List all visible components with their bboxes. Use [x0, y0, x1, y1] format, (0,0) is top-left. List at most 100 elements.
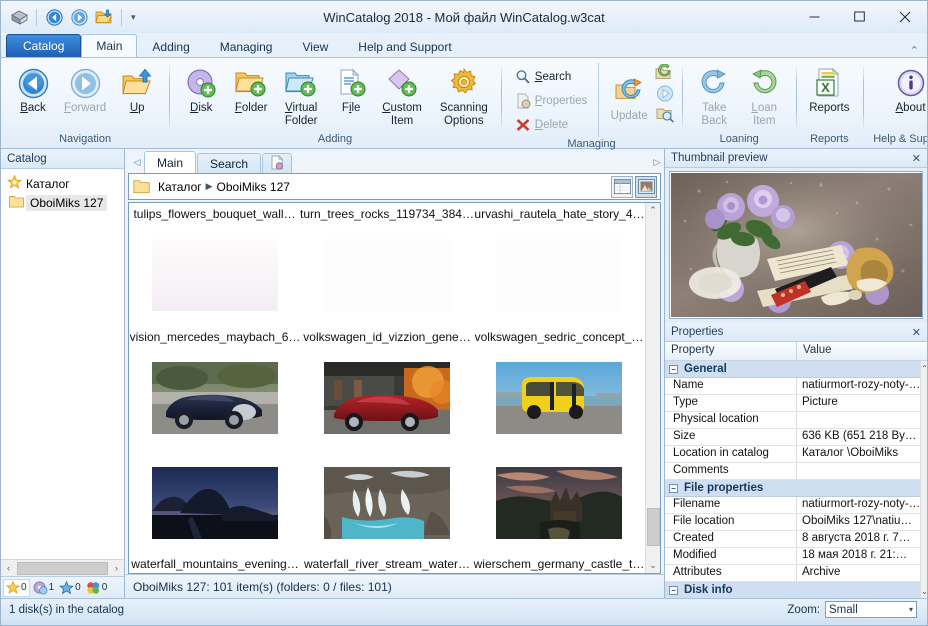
status-icon-collections[interactable]: 0 — [84, 580, 110, 596]
thumbnail-view-button[interactable] — [635, 175, 657, 198]
grid-item-thumbnail[interactable] — [473, 346, 645, 451]
breadcrumb-item-oboimiks[interactable]: OboiMiks 127 — [217, 180, 290, 194]
grid-item[interactable]: volkswagen_sedric_concept_… — [473, 328, 645, 451]
scroll-up-arrow[interactable]: ⌃ — [921, 361, 927, 375]
grid-item-thumbnail[interactable] — [129, 450, 301, 555]
tab-help-and-support[interactable]: Help and Support — [343, 35, 466, 57]
update-find-icon[interactable] — [655, 104, 675, 124]
minimize-button[interactable] — [792, 1, 837, 32]
grid-item[interactable]: turn_trees_rocks_119734_384… — [300, 205, 474, 328]
doc-tab-scroll-right[interactable]: ▷ — [650, 151, 664, 173]
tab-view[interactable]: View — [287, 35, 343, 57]
ribbon-button-take-back[interactable]: Take Back — [689, 63, 739, 128]
tab-catalog[interactable]: Catalog — [6, 34, 82, 57]
column-header-property[interactable]: Property — [665, 342, 797, 360]
qat-back-button[interactable] — [43, 7, 65, 27]
ribbon-button-scanning-options[interactable]: Scanning Options — [434, 63, 494, 128]
maximize-button[interactable] — [837, 1, 882, 32]
chevron-down-icon[interactable]: ▾ — [909, 605, 913, 614]
tab-managing[interactable]: Managing — [205, 35, 288, 57]
ribbon-button-properties[interactable]: Properties — [508, 89, 592, 113]
status-icon-catalog[interactable]: 0 — [3, 578, 30, 597]
grid-item[interactable]: volkswagen_id_vizzion_gene… — [301, 328, 473, 451]
ribbon-button-custom-item[interactable]: Custom Item — [376, 63, 428, 128]
property-row[interactable]: Type Picture — [665, 395, 921, 412]
grid-item-thumbnail[interactable] — [473, 450, 645, 555]
property-row[interactable]: Modified 18 мая 2018 г. 21:… — [665, 548, 921, 565]
catalog-horizontal-scrollbar[interactable]: ‹ › — [1, 559, 124, 576]
property-row[interactable]: Name natiurmort-rozy-noty-… — [665, 378, 921, 395]
grid-item[interactable]: vision_mercedes_maybach_6… — [129, 328, 301, 451]
ribbon-button-reports[interactable]: X Reports — [803, 63, 855, 116]
doc-tab-main[interactable]: Main — [144, 151, 197, 173]
ribbon-button-folder[interactable]: Folder — [226, 63, 276, 116]
scroll-left-arrow[interactable]: ‹ — [1, 563, 16, 573]
thumbnail-grid[interactable]: tulips_flowers_bouquet_wall… turn_trees_… — [129, 203, 645, 573]
address-bar[interactable]: Каталог ▶ OboiMiks 127 — [128, 173, 661, 200]
close-button[interactable] — [882, 1, 927, 32]
update-run-icon[interactable] — [655, 84, 675, 104]
ribbon-collapse-button[interactable]: ⌃ — [910, 44, 927, 57]
property-row[interactable]: File location OboiMiks 127\natiu… — [665, 514, 921, 531]
grid-item-thumbnail[interactable] — [301, 346, 473, 451]
qat-forward-button[interactable] — [68, 7, 90, 27]
breadcrumb-item-catalog[interactable]: Каталог — [158, 180, 202, 194]
scroll-thumb[interactable] — [646, 508, 660, 546]
property-row[interactable]: Location in catalog Каталог \OboiMiks — [665, 446, 921, 463]
ribbon-button-virtual-folder[interactable]: Virtual Folder — [276, 63, 326, 128]
grid-item[interactable]: tulips_flowers_bouquet_wall… — [129, 205, 300, 328]
details-view-button[interactable] — [611, 175, 633, 198]
scroll-track[interactable] — [646, 218, 661, 558]
ribbon-button-back[interactable]: Back — [8, 63, 58, 116]
property-group-file-properties[interactable]: − File properties — [665, 480, 921, 497]
qat-open-button[interactable] — [93, 7, 115, 27]
collapse-expander-icon[interactable]: − — [669, 483, 678, 493]
status-icon-disks[interactable]: 1 — [31, 580, 57, 596]
zoom-select[interactable]: Small ▾ — [825, 601, 917, 618]
grid-item-thumbnail[interactable] — [301, 450, 473, 555]
grid-item[interactable]: waterfall_river_stream_water… — [301, 450, 473, 573]
property-group-disk-info[interactable]: − Disk info — [665, 582, 921, 598]
tree-item-oboimiks-127[interactable]: OboiMiks 127 — [4, 193, 123, 212]
column-header-value[interactable]: Value — [797, 342, 927, 360]
tab-main[interactable]: Main — [81, 34, 138, 57]
grid-item[interactable]: wierschem_germany_castle_t… — [473, 450, 645, 573]
doc-tab-scroll-left[interactable]: ◁ — [130, 151, 144, 173]
breadcrumb[interactable]: Каталог ▶ OboiMiks 127 — [154, 180, 611, 194]
property-row[interactable]: Physical location — [665, 412, 921, 429]
ribbon-button-forward[interactable]: Forward — [58, 63, 112, 116]
ribbon-button-disk[interactable]: Disk — [176, 63, 226, 116]
close-icon[interactable]: ✕ — [912, 326, 921, 339]
catalog-tree[interactable]: Каталог OboiMiks 127 — [1, 169, 124, 559]
property-row[interactable]: Created 8 августа 2018 г. 7… — [665, 531, 921, 548]
ribbon-button-up[interactable]: Up — [112, 63, 162, 116]
scroll-down-arrow[interactable]: ⌄ — [646, 558, 661, 573]
grid-vertical-scrollbar[interactable]: ⌃ ⌄ — [645, 203, 660, 573]
grid-item[interactable]: urvashi_rautela_hate_story_4… — [474, 205, 645, 328]
scroll-down-arrow[interactable]: ⌄ — [921, 584, 927, 598]
property-row[interactable]: Attributes Archive — [665, 565, 921, 582]
grid-item[interactable]: waterfall_mountains_evening… — [129, 450, 301, 573]
scroll-up-arrow[interactable]: ⌃ — [646, 203, 661, 218]
qat-dropdown-button[interactable]: ▾ — [128, 12, 139, 23]
doc-tab-report[interactable] — [262, 153, 293, 173]
grid-item-thumbnail[interactable] — [129, 223, 300, 328]
ribbon-button-delete[interactable]: Delete — [508, 113, 592, 137]
doc-tab-search[interactable]: Search — [197, 153, 262, 173]
properties-scrollbar[interactable]: ⌃ ⌄ — [920, 361, 927, 598]
property-row[interactable]: Size 636 KB (651 218 By… — [665, 429, 921, 446]
grid-item-thumbnail[interactable] — [300, 223, 474, 328]
property-group-general[interactable]: − General — [665, 361, 921, 378]
property-row[interactable]: Filename natiurmort-rozy-noty-… — [665, 497, 921, 514]
ribbon-button-loan-item[interactable]: Loan Item — [739, 63, 789, 128]
scroll-thumb[interactable] — [17, 561, 108, 575]
update-all-icon[interactable] — [655, 63, 675, 84]
grid-item-thumbnail[interactable] — [474, 223, 645, 328]
property-row[interactable]: Comments — [665, 463, 921, 480]
status-icon-favorites[interactable]: 0 — [57, 580, 83, 596]
close-icon[interactable]: ✕ — [912, 152, 921, 165]
ribbon-button-file[interactable]: File — [326, 63, 376, 116]
ribbon-button-update[interactable]: Update — [604, 71, 654, 124]
tree-item-catalog[interactable]: Каталог — [4, 173, 123, 193]
collapse-expander-icon[interactable]: − — [669, 585, 678, 595]
